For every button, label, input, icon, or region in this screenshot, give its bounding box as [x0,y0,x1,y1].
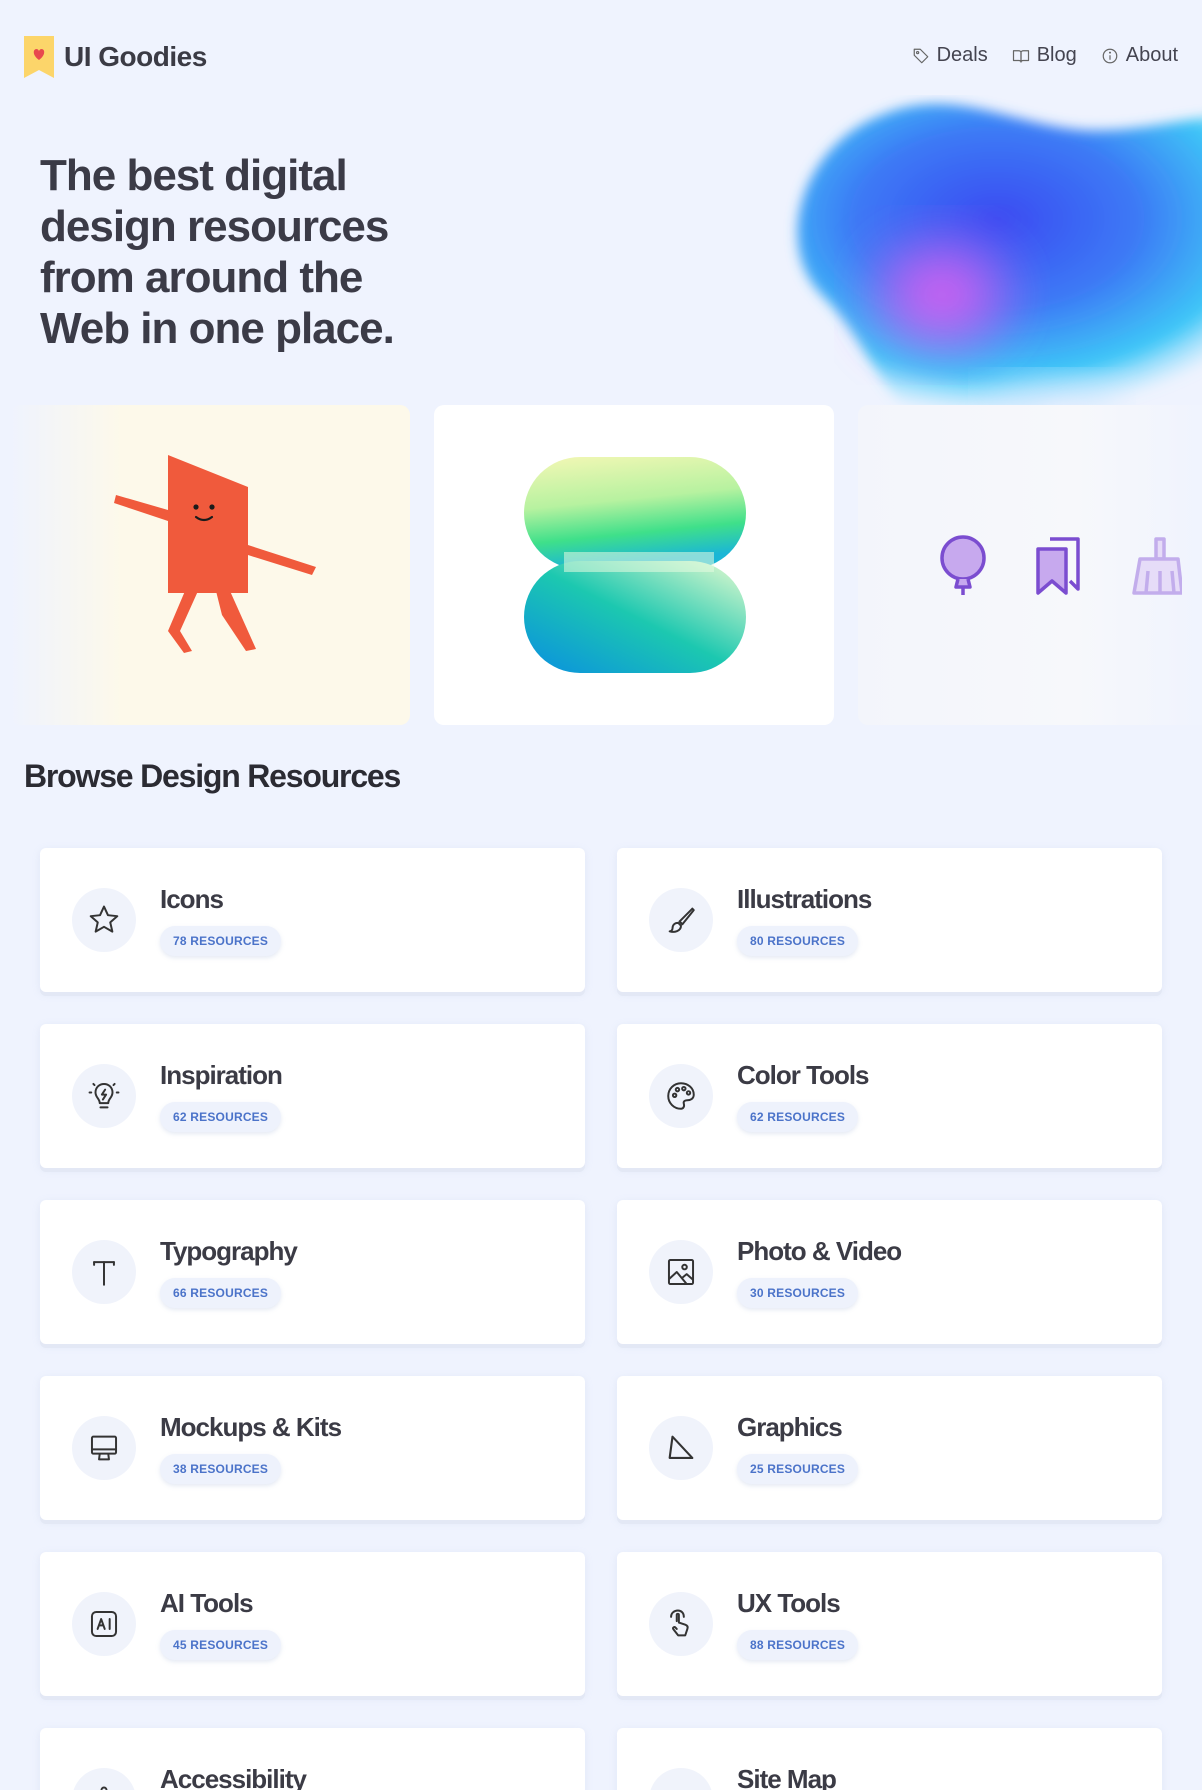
logo-link[interactable]: UI Goodies [24,36,207,78]
category-icon-wrap [72,1768,136,1790]
category-card-typography[interactable]: Typography 66 RESOURCES [40,1200,585,1344]
logo-bookmark-icon [24,36,54,78]
resource-count-badge: 78 RESOURCES [160,926,282,956]
category-icon-wrap [649,1768,713,1790]
balloon-icon [940,535,986,595]
site-header: UI Goodies Deals Blog About [0,0,1202,112]
hero-line: The best digital [40,151,348,200]
hero-line: design resources [40,202,389,251]
category-icon-wrap [649,1416,713,1480]
resource-count-badge: 80 RESOURCES [737,926,859,956]
category-title: Inspiration [160,1060,283,1090]
arrow-icon [664,1783,698,1790]
showcase-card-illustration[interactable] [10,405,410,725]
category-card-graphics[interactable]: Graphics 25 RESOURCES [617,1376,1162,1520]
nav-about-label: About [1125,44,1178,66]
category-title: AI Tools [160,1588,254,1618]
category-title: UX Tools [737,1588,841,1618]
bulb-icon [88,1082,120,1109]
nav-blog-label: Blog [1036,44,1077,66]
category-card-photo-video[interactable]: Photo & Video 30 RESOURCES [617,1200,1162,1344]
category-title: Mockups & Kits [160,1412,342,1442]
palette-icon [667,1082,695,1110]
category-card-accessibility[interactable]: Accessibility [40,1728,585,1790]
category-title: Photo & Video [737,1236,902,1266]
monitor-icon [90,1435,118,1461]
category-title: Icons [160,884,224,914]
nav-blog[interactable]: Blog [1012,44,1077,67]
resource-count-badge: 30 RESOURCES [737,1278,859,1308]
brush-icon [668,907,695,933]
info-icon [1102,48,1118,63]
category-icon-wrap [649,1064,713,1128]
pointer-icon [670,1609,689,1637]
shape-icon [668,1435,694,1459]
category-title: Accessibility [160,1764,307,1790]
nav-deals-label: Deals [936,44,988,66]
resource-count-badge: 45 RESOURCES [160,1630,282,1660]
category-icon-wrap [649,1592,713,1656]
main-nav: Deals Blog About [912,44,1178,67]
page: UI Goodies Deals Blog About The best dig… [0,0,1202,1790]
nav-about[interactable]: About [1101,44,1178,67]
category-icon-wrap [649,888,713,952]
category-card-mockups-kits[interactable]: Mockups & Kits 38 RESOURCES [40,1376,585,1520]
hero-line: Web in one place. [40,304,395,353]
category-title: Color Tools [737,1060,870,1090]
category-icon-wrap [72,1064,136,1128]
resource-count-badge: 66 RESOURCES [160,1278,282,1308]
category-title: Typography [160,1236,298,1266]
showcase-carousel [0,405,1202,725]
category-card-color-tools[interactable]: Color Tools 62 RESOURCES [617,1024,1162,1168]
accessibility-icon [100,1786,108,1790]
resource-count-badge: 62 RESOURCES [737,1102,859,1132]
category-card-ai-tools[interactable]: AI Tools 45 RESOURCES [40,1552,585,1696]
star-icon [89,905,119,933]
gradient-shape-illustration [524,457,746,673]
category-card-inspiration[interactable]: Inspiration 62 RESOURCES [40,1024,585,1168]
ai-icon [90,1610,118,1638]
showcase-card-icons[interactable] [858,405,1202,725]
bookmarks-icon [1036,537,1080,595]
resource-count-badge: 38 RESOURCES [160,1454,282,1484]
resource-count-badge: 25 RESOURCES [737,1454,859,1484]
hero-title: The best digital design resources from a… [40,150,460,354]
nav-deals[interactable]: Deals [912,44,988,67]
type-icon [93,1261,115,1286]
broom-icon [1132,537,1182,595]
hero-line: from around the [40,253,363,302]
category-title: Illustrations [737,884,872,914]
showcase-card-gradient[interactable] [434,405,834,725]
brand-name: UI Goodies [64,41,207,72]
photo-icon [667,1258,695,1286]
character-illustration [114,455,316,653]
category-title: Graphics [737,1412,843,1442]
section-title: Browse Design Resources [24,758,401,794]
book-icon [1012,49,1029,63]
resource-count-badge: 62 RESOURCES [160,1102,282,1132]
category-icon-wrap [72,888,136,952]
category-icon-wrap [649,1240,713,1304]
category-icon-wrap [72,1416,136,1480]
tag-icon [913,48,928,63]
category-card-site-map[interactable]: Site Map [617,1728,1162,1790]
category-card-icons[interactable]: Icons 78 RESOURCES [40,848,585,992]
category-card-illustrations[interactable]: Illustrations 80 RESOURCES [617,848,1162,992]
category-title: Site Map [737,1764,837,1790]
category-icon-wrap [72,1592,136,1656]
category-card-ux-tools[interactable]: UX Tools 88 RESOURCES [617,1552,1162,1696]
category-icon-wrap [72,1240,136,1304]
resource-count-badge: 88 RESOURCES [737,1630,859,1660]
